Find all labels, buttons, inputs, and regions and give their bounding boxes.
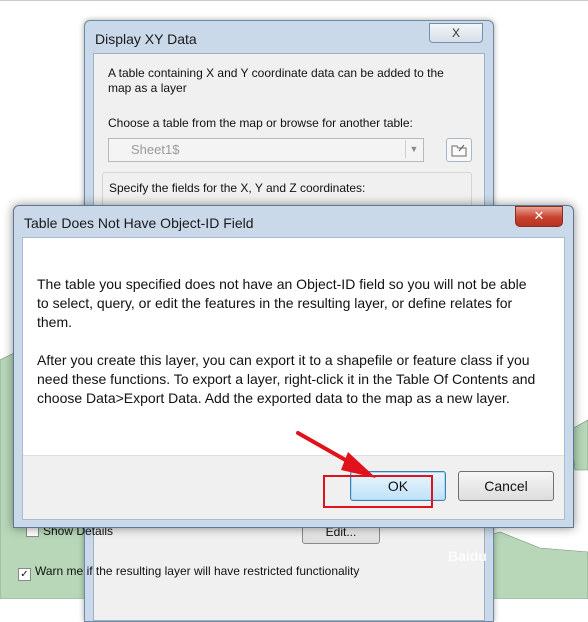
message-paragraph-1: The table you specified does not have an… (37, 276, 527, 330)
close-button[interactable]: X (429, 23, 483, 43)
ok-highlight-box (323, 475, 433, 508)
close-button[interactable]: ✕ (515, 206, 563, 227)
fields-label: Specify the fields for the X, Y and Z co… (109, 181, 366, 195)
dialog-body: The table you specified does not have an… (22, 237, 565, 520)
dialog-title: Table Does Not Have Object-ID Field (24, 215, 254, 231)
object-id-warning-dialog: Table Does Not Have Object-ID Field ✕ Th… (13, 205, 574, 528)
browse-button[interactable] (446, 138, 472, 162)
table-select[interactable]: Sheet1$ ▼ (108, 138, 424, 162)
dialog-footer: OK Cancel (23, 455, 564, 519)
folder-icon (451, 144, 467, 157)
close-icon: ✕ (533, 208, 545, 223)
dialog-title: Display XY Data (95, 31, 197, 47)
table-select-value: Sheet1$ (131, 142, 180, 157)
watermark: Baidu (448, 548, 487, 564)
warn-checkbox[interactable]: ✓ Warn me if the resulting layer will hav… (18, 564, 359, 581)
checkmark-icon[interactable]: ✓ (18, 568, 31, 581)
chevron-down-icon[interactable]: ▼ (405, 140, 422, 158)
close-icon: X (451, 26, 460, 40)
message-paragraph-2: After you create this layer, you can exp… (37, 352, 536, 406)
intro-text: A table containing X and Y coordinate da… (108, 66, 444, 95)
warn-label: Warn me if the resulting layer will have… (35, 564, 360, 578)
cancel-button[interactable]: Cancel (458, 471, 554, 501)
choose-table-label: Choose a table from the map or browse fo… (108, 116, 413, 130)
